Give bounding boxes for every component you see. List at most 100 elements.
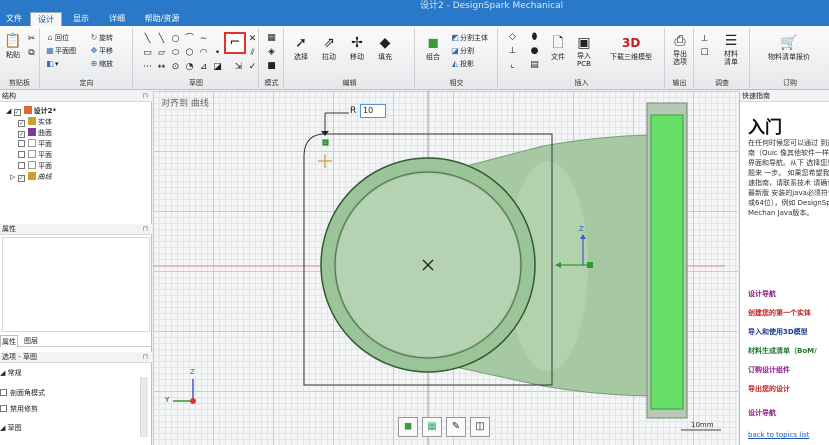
solid-mode-icon[interactable]: ◼	[398, 417, 418, 437]
tree-item-curve[interactable]: ▷ ✓ 曲线	[10, 172, 52, 182]
tangent-line-icon[interactable]: ╲	[156, 34, 167, 45]
select-button[interactable]: ➚ 选择	[288, 34, 314, 62]
circle-tool-icon[interactable]: ○	[170, 34, 181, 45]
point-tool-icon[interactable]: •	[212, 48, 223, 59]
tab-layers[interactable]: 图层	[20, 335, 42, 347]
expand-icon[interactable]: ◢	[0, 369, 5, 377]
bend-tool-icon[interactable]: ⊿	[198, 62, 209, 73]
collapse-icon[interactable]: ◢	[6, 107, 11, 115]
pin-icon[interactable]: ⊓	[143, 352, 148, 363]
pull-button[interactable]: ⇗ 拉动	[316, 34, 342, 62]
expand-icon[interactable]: ◢	[0, 424, 5, 432]
pin-icon[interactable]: ⊓	[143, 91, 148, 102]
fill-button[interactable]: ◆ 填充	[372, 34, 398, 62]
cut-icon[interactable]: ✂	[26, 34, 37, 45]
guide-link-order-parts[interactable]: 订购设计组件	[748, 365, 790, 375]
construction-line-icon[interactable]: ⋯	[142, 62, 153, 73]
tree-item-solid[interactable]: ✓ 实体	[18, 117, 52, 127]
shell-icon[interactable]: ▤	[529, 60, 540, 71]
options-sketch[interactable]: ◢ 草图	[0, 423, 22, 433]
measure-icon[interactable]: ⟂	[699, 34, 710, 45]
checkbox-disable-trim[interactable]	[0, 405, 7, 412]
guide-link-first-solid[interactable]: 创建您的第一个实体	[748, 308, 811, 318]
project-edge-icon[interactable]: ◔	[184, 62, 195, 73]
combine-button[interactable]: ◼ 组合	[420, 34, 446, 62]
tab-detail[interactable]: 详细	[100, 12, 134, 26]
material-list-button[interactable]: ☰ 材料 清单	[717, 32, 745, 66]
checkbox-solid[interactable]: ✓	[18, 120, 25, 127]
sweep-arc-icon[interactable]: ⊙	[170, 62, 181, 73]
tab-properties[interactable]: 属性	[0, 335, 18, 347]
rectangle-tool-icon[interactable]: ▭	[142, 48, 153, 59]
insert-file-button[interactable]: 🗋 文件	[546, 34, 570, 62]
plane-icon[interactable]: ◇	[507, 32, 518, 43]
guide-link-export[interactable]: 导出您的设计	[748, 384, 790, 394]
ellipse-tool-icon[interactable]: ⬭	[170, 48, 181, 59]
polygon-tool-icon[interactable]: ⬡	[184, 48, 195, 59]
axis-icon[interactable]: ⊥	[507, 46, 518, 57]
origin-icon[interactable]: ⌞	[507, 60, 518, 71]
edit-sketch-icon[interactable]: ✎	[446, 417, 466, 437]
section-view-icon[interactable]: ◫	[470, 417, 490, 437]
mirror-tool-icon[interactable]: ◪	[212, 62, 223, 73]
move-handle-box[interactable]	[587, 262, 593, 268]
options-general[interactable]: ◢ 常规	[0, 368, 22, 378]
tab-file[interactable]: 文件	[0, 12, 28, 26]
cylinder-icon[interactable]: ⬮	[529, 32, 540, 43]
section-mode-icon[interactable]: ◈	[266, 47, 277, 58]
spline-tool-icon[interactable]: ∼	[198, 34, 209, 45]
radius-input[interactable]: 10	[360, 104, 386, 118]
checkbox-surface[interactable]: ✓	[18, 131, 25, 138]
guide-link-design-nav-2[interactable]: 设计导航	[748, 408, 776, 418]
option-disable-trim[interactable]: 禁用修剪	[0, 404, 38, 414]
option-cross-section[interactable]: 剖面角模式	[0, 388, 45, 398]
checkbox-plane[interactable]	[18, 162, 25, 169]
trim-tool-icon[interactable]: ✕	[247, 34, 258, 45]
import-pcb-button[interactable]: ▣ 导入 PCB	[572, 34, 596, 68]
copy-icon[interactable]: ⧉	[26, 48, 37, 59]
flange-face[interactable]	[650, 114, 684, 410]
dimension-tool-icon[interactable]: ↔	[156, 62, 167, 73]
export-options-button[interactable]: ⎙ 导出 选项	[667, 32, 693, 66]
sketch-mode-icon[interactable]: ▦	[266, 33, 277, 44]
checkbox-root[interactable]: ✓	[13, 109, 21, 116]
checkbox-curve[interactable]: ✓	[17, 175, 25, 182]
expand-icon[interactable]: ▷	[10, 173, 15, 181]
zoom-button[interactable]: ⊕ 缩放	[89, 58, 113, 69]
checkbox-plane[interactable]	[18, 151, 25, 158]
fillet-tool-icon[interactable]: ⌐	[224, 32, 246, 54]
view-cube-button[interactable]: ◧▾	[45, 58, 58, 69]
pan-button[interactable]: ✥ 平移	[89, 45, 113, 56]
checkbox-cross-section[interactable]	[0, 389, 7, 396]
bom-quote-button[interactable]: 🛒 物料清单报价	[753, 34, 825, 62]
sphere-icon[interactable]: ●	[529, 46, 540, 57]
split-line-icon[interactable]: ✓	[247, 62, 258, 73]
three-point-arc-icon[interactable]: ◠	[198, 48, 209, 59]
extend-tool-icon[interactable]: ⇲	[233, 62, 244, 73]
pin-icon[interactable]: ⊓	[143, 224, 148, 235]
options-scrollbar[interactable]	[140, 377, 148, 437]
tab-design[interactable]: 设计	[30, 12, 62, 26]
project-button[interactable]: ◭ 投影	[450, 58, 474, 69]
download-3d-button[interactable]: 3D 下载三维模型	[602, 34, 660, 62]
line-tool-icon[interactable]: ╲	[142, 34, 153, 45]
sketch-grid-icon[interactable]: ▦	[422, 417, 442, 437]
tab-display[interactable]: 显示	[64, 12, 98, 26]
three-point-rect-icon[interactable]: ▱	[156, 48, 167, 59]
checkbox-plane[interactable]	[18, 140, 25, 147]
offset-tool-icon[interactable]: ⫽	[247, 48, 258, 59]
3d-mode-icon[interactable]: ■	[266, 61, 277, 72]
arc-tool-icon[interactable]: ⌒	[184, 34, 195, 45]
home-button[interactable]: ⌂ 回位	[45, 32, 69, 43]
tree-item-plane[interactable]: 平面	[18, 161, 52, 171]
guide-link-import-3d[interactable]: 导入和使用3D模型	[748, 327, 808, 337]
back-to-topics-link[interactable]: back to topics list	[748, 431, 810, 439]
fillet-handle[interactable]	[322, 139, 329, 146]
guide-link-design-nav[interactable]: 设计导航	[748, 289, 776, 299]
split-body-button[interactable]: ◩分割主体	[450, 32, 488, 43]
tree-root[interactable]: ◢ ✓ 设计2*	[6, 106, 56, 116]
plan-view-button[interactable]: ▦平面图	[45, 45, 76, 56]
split-button[interactable]: ◪分割	[450, 45, 474, 56]
move-button[interactable]: ✢ 移动	[344, 34, 370, 62]
tree-item-plane[interactable]: 平面	[18, 150, 52, 160]
